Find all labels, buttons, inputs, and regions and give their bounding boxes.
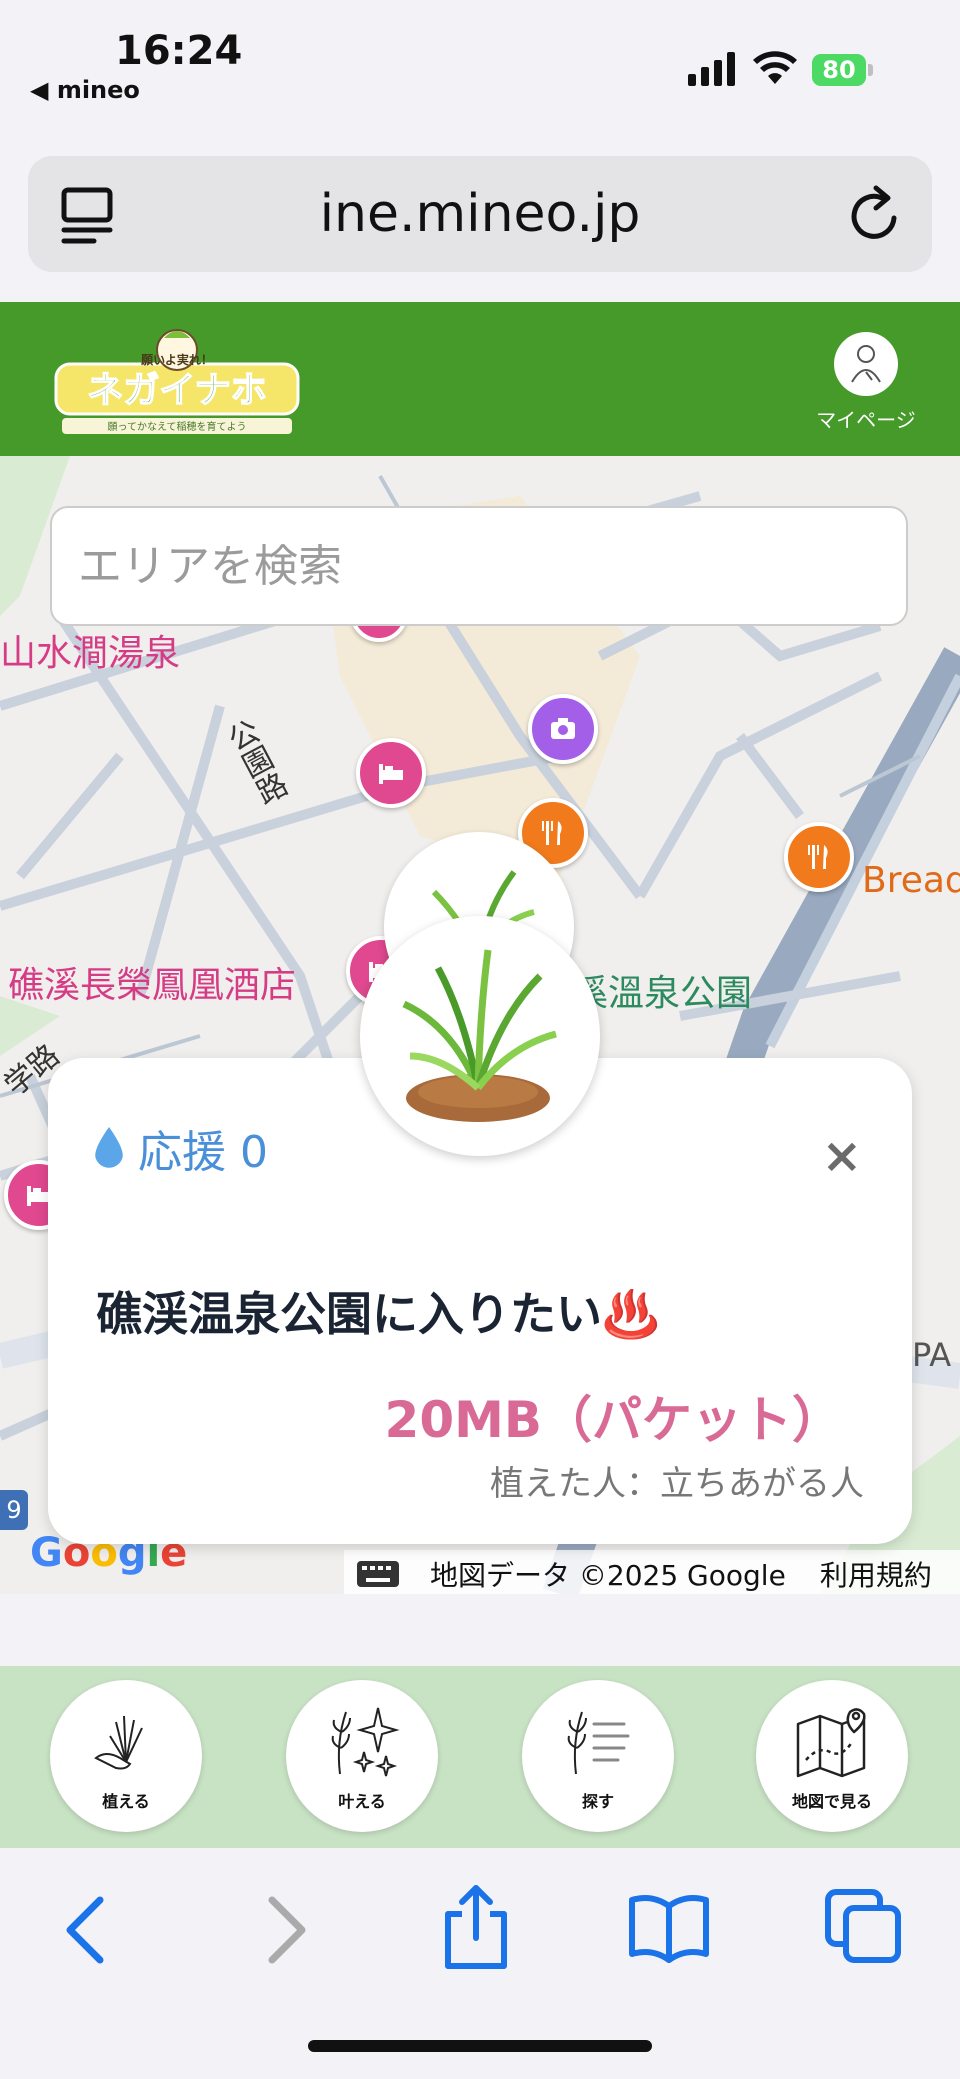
map-label-hot-spring[interactable]: 山水澗湯泉 [0, 624, 180, 676]
status-bar: 16:24 ◀ mineo 80 [0, 0, 960, 140]
search-label: 探す [581, 1792, 614, 1811]
map-view-label: 地図で見る [791, 1792, 872, 1811]
plant-label: 植える [102, 1792, 150, 1811]
back-icon[interactable] [60, 1890, 110, 1970]
bookmarks-icon[interactable] [626, 1892, 712, 1964]
share-icon[interactable] [440, 1882, 512, 1972]
rice-plant-icon [360, 916, 600, 1156]
wish-title: 礁渓温泉公園に入りたい♨️ [96, 1287, 660, 1341]
tabs-icon[interactable] [824, 1888, 904, 1964]
app-bottom-nav: 植える 叶える 探す 地図で見る [0, 1666, 960, 1848]
fulfill-label: 叶える [338, 1792, 386, 1811]
map-view-button[interactable]: 地図で見る [756, 1680, 908, 1832]
hotel-pin-icon[interactable] [356, 738, 426, 808]
road-number-badge: 9 [0, 1490, 28, 1530]
address-bar[interactable]: ine.mineo.jp [28, 156, 932, 272]
forward-icon[interactable] [262, 1890, 312, 1970]
search-button[interactable]: 探す [522, 1680, 674, 1832]
camera-pin-icon[interactable] [528, 694, 598, 764]
reward-amount: 20MB（パケット） [384, 1391, 842, 1449]
negainaho-logo[interactable]: ネガイナホ 願いよ実れ！ 願ってかなえて稲穂を育てよう [52, 322, 302, 437]
battery-icon: 80 [812, 54, 866, 86]
hand-planting-icon [94, 1715, 143, 1770]
keyboard-shortcuts-icon[interactable] [356, 1560, 400, 1588]
map-label-pa: PA [912, 1336, 952, 1374]
url-text[interactable]: ine.mineo.jp [28, 184, 932, 244]
map-label-bread[interactable]: Bread [862, 860, 960, 901]
fulfill-button[interactable]: 叶える [286, 1680, 438, 1832]
restaurant-pin-icon[interactable] [784, 822, 854, 892]
logo-text: ネガイナホ [87, 370, 266, 411]
user-icon [834, 332, 898, 396]
folded-map-icon [796, 1708, 866, 1778]
planter-name: 植えた人：立ちあがる人 [490, 1464, 864, 1504]
reload-icon[interactable] [846, 184, 904, 244]
mypage-button[interactable]: マイページ [798, 326, 934, 433]
support-label: 応援 0 [138, 1127, 268, 1178]
water-drop-icon [95, 1127, 123, 1168]
sparkle-wheat-icon [331, 1707, 400, 1777]
browser-toolbar [0, 1848, 960, 2079]
logo-subtitle: 願ってかなえて稲穂を育てよう [108, 420, 247, 433]
support-count: 応援 0 [92, 1116, 268, 1180]
area-search-input[interactable] [52, 508, 906, 624]
back-to-app-link[interactable]: ◀ mineo [30, 76, 140, 104]
home-indicator [308, 2040, 652, 2052]
map-attribution-bar: 地図データ ©2025 Google 利用規約 [344, 1550, 960, 1594]
map-data-credit: 地図データ ©2025 Google [430, 1559, 786, 1592]
wheat-list-icon [567, 1711, 630, 1775]
area-search-box[interactable] [50, 506, 908, 626]
status-time: 16:24 [115, 28, 243, 74]
close-icon[interactable]: × [822, 1128, 862, 1184]
terms-link[interactable]: 利用規約 [820, 1554, 932, 1594]
map-label-hotel[interactable]: 礁溪長榮鳳凰酒店 [8, 956, 296, 1008]
mypage-label: マイページ [816, 408, 916, 432]
app-header: ネガイナホ 願いよ実れ！ 願ってかなえて稲穂を育てよう マイページ [0, 302, 960, 456]
cellular-signal-icon [688, 52, 735, 86]
logo-tagline: 願いよ実れ！ [140, 352, 213, 367]
battery-tip [868, 64, 873, 76]
wifi-icon [753, 51, 797, 84]
plant-button[interactable]: 植える [50, 1680, 202, 1832]
